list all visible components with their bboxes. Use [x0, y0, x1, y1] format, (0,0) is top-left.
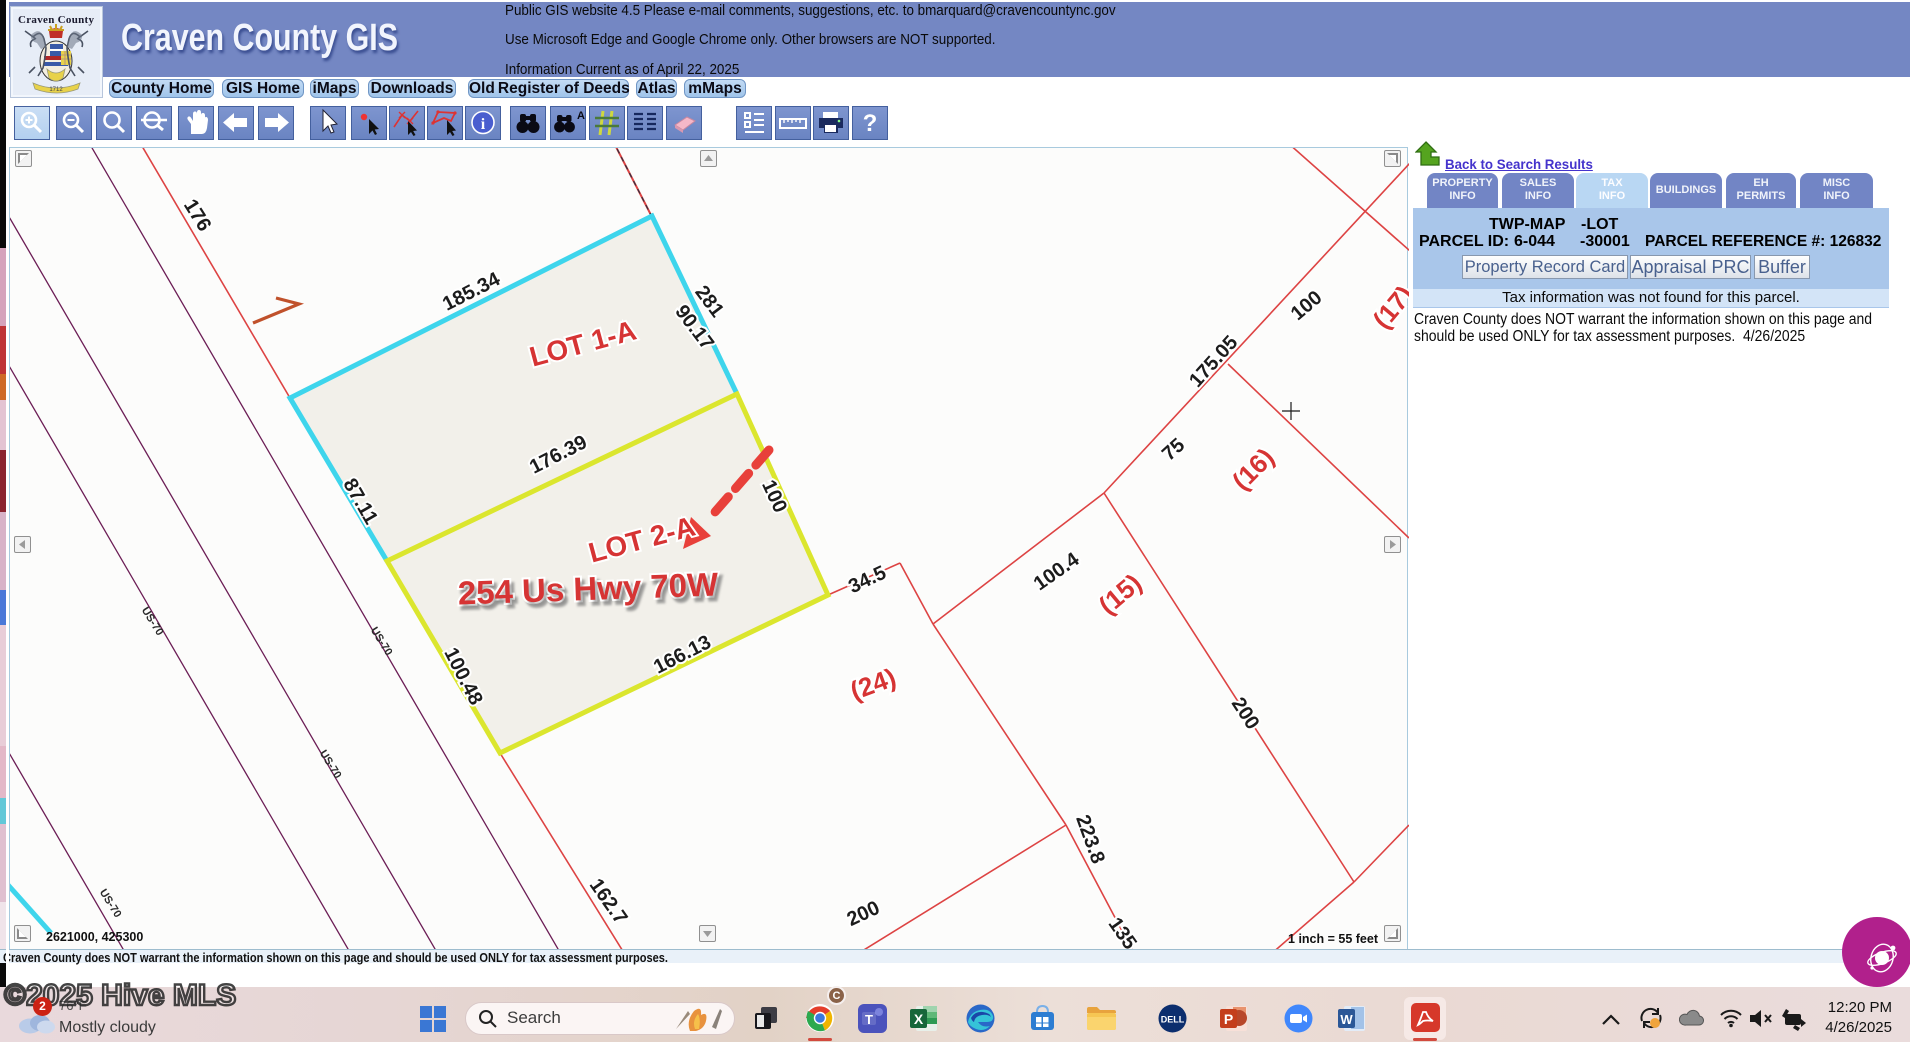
- svg-text:200: 200: [1227, 694, 1264, 734]
- svg-text:X: X: [914, 1011, 924, 1027]
- svg-text:200: 200: [844, 897, 884, 931]
- svg-text:US-70: US-70: [139, 605, 166, 638]
- svg-text:US-70: US-70: [317, 748, 344, 781]
- svg-text:T: T: [865, 1012, 873, 1027]
- svg-text:P: P: [1224, 1011, 1233, 1027]
- svg-text:34.5: 34.5: [845, 562, 890, 598]
- svg-text:1712: 1712: [49, 87, 63, 93]
- svg-text:176: 176: [179, 196, 215, 236]
- svg-text:(24): (24): [846, 662, 900, 706]
- svg-text:100.4: 100.4: [1030, 548, 1084, 595]
- svg-text:W: W: [1340, 1012, 1353, 1027]
- svg-text:(17): (17): [1367, 280, 1409, 335]
- svg-text:DELL: DELL: [1161, 1015, 1185, 1025]
- svg-text:75: 75: [1158, 434, 1189, 465]
- svg-text:A: A: [577, 110, 585, 122]
- svg-text:1 inch = 55 feet: 1 inch = 55 feet: [1288, 932, 1379, 946]
- svg-text:US-70: US-70: [97, 887, 124, 920]
- svg-text:US-70: US-70: [368, 625, 395, 658]
- svg-text:(16): (16): [1226, 442, 1280, 496]
- svg-text:135: 135: [1104, 914, 1141, 950]
- svg-text:100: 100: [1287, 287, 1327, 325]
- svg-text:?: ?: [863, 110, 878, 137]
- svg-text:175.05: 175.05: [1185, 332, 1242, 392]
- svg-text:i: i: [481, 116, 486, 133]
- svg-text:(15): (15): [1093, 568, 1148, 621]
- svg-text:2621000, 425300: 2621000, 425300: [46, 930, 143, 944]
- svg-text:223.8: 223.8: [1071, 812, 1109, 867]
